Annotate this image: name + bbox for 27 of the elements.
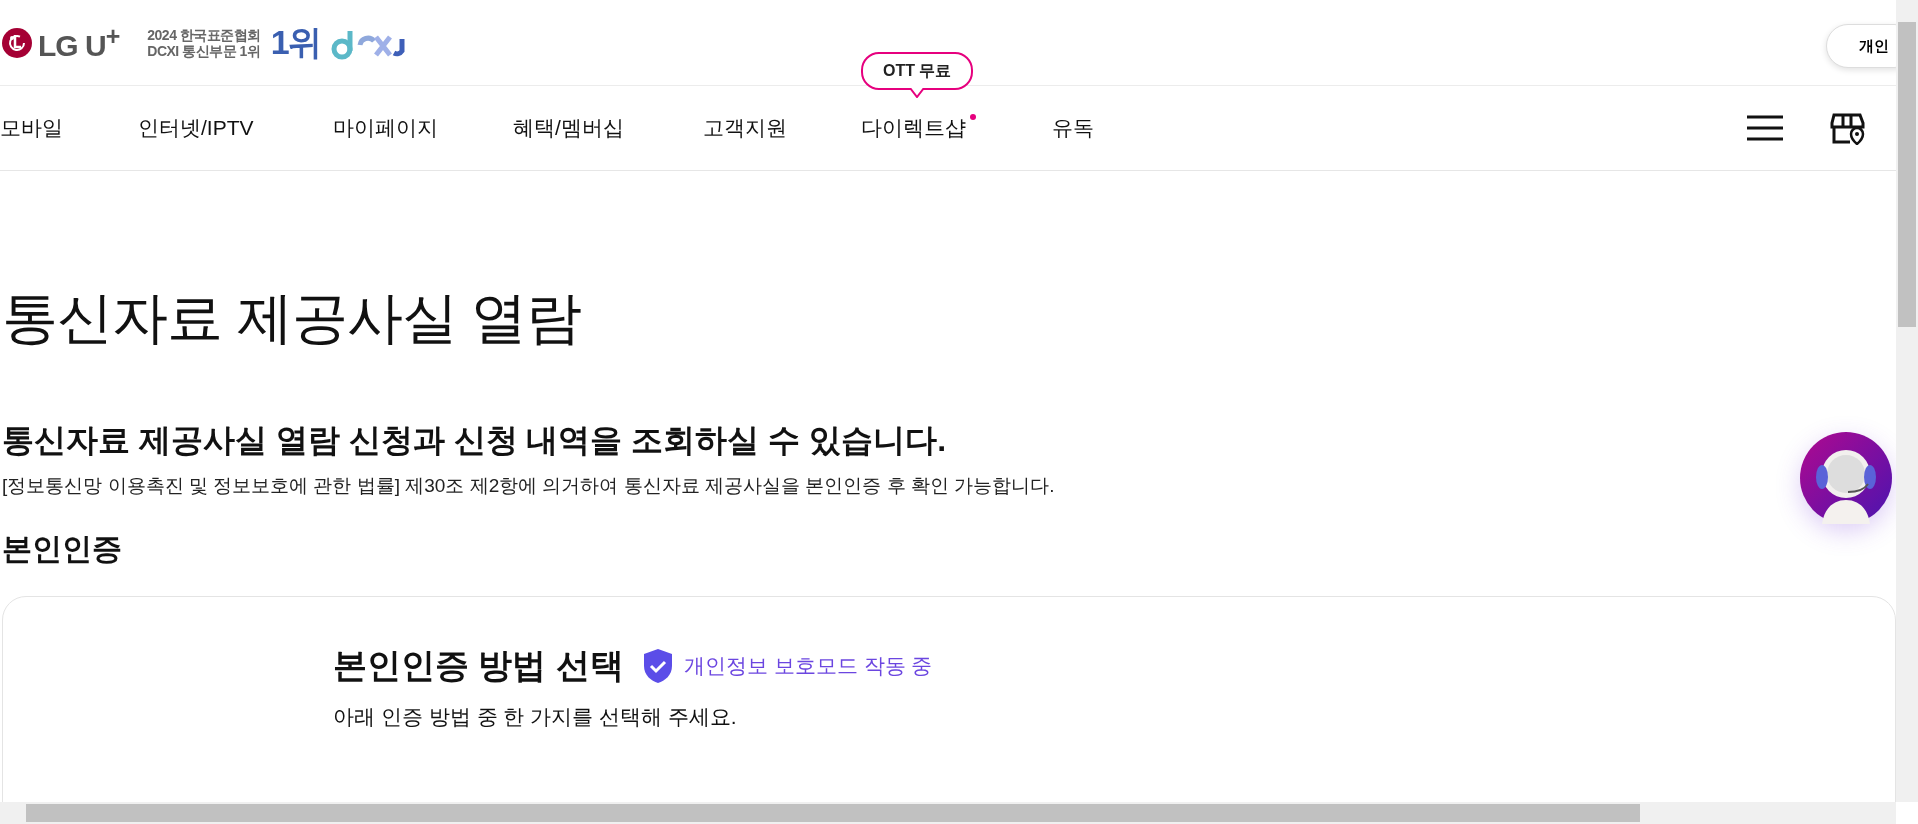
vertical-scrollbar[interactable] xyxy=(1896,0,1918,802)
section-heading: 본인인증 xyxy=(2,531,123,567)
nav-link[interactable]: 인터넷/IPTV xyxy=(138,114,254,142)
nav-link[interactable]: 다이렉트샵 xyxy=(861,114,976,142)
ott-badge: OTT 무료 xyxy=(861,52,974,90)
award-rank: 1위 xyxy=(270,21,320,63)
personal-button[interactable]: 개인 xyxy=(1826,24,1896,68)
privacy-mode-status: 개인정보 보호모드 작동 중 xyxy=(683,653,933,679)
nav-link[interactable]: 고객지원 xyxy=(703,114,787,142)
card-instruction: 아래 인증 방법 중 한 가지를 선택해 주세요. xyxy=(333,704,738,730)
nav-link[interactable]: 혜택/멤버십 xyxy=(513,114,624,142)
award-text: 2024 한국표준협회 DCXI 통신부문 1위 xyxy=(147,26,261,59)
page-subtitle: 통신자료 제공사실 열람 신청과 신청 내역을 조회하실 수 있습니다. xyxy=(2,421,947,460)
page-description: [정보통신망 이용촉진 및 정보보호에 관한 법률] 제30조 제2항에 의거하여 통신자료 제공사실을 본인인증 후 확인 가능합니다. xyxy=(2,474,1056,498)
logo-icon xyxy=(2,27,32,58)
horizontal-scrollbar[interactable] xyxy=(0,802,1896,824)
nav-link[interactable]: 모바일 xyxy=(0,114,63,142)
brand-name[interactable]: LG U$^{+}$ xyxy=(38,22,120,63)
badge-pointer-icon xyxy=(909,88,926,98)
nav-link[interactable]: 유독 xyxy=(1052,114,1094,142)
card-heading: 본인인증 방법 선택 xyxy=(333,645,624,686)
chatbot-button[interactable] xyxy=(1800,432,1892,524)
menu-icon[interactable] xyxy=(1746,115,1784,141)
store-location-icon[interactable] xyxy=(1830,111,1866,145)
shield-check-icon xyxy=(641,648,674,684)
page-title: 통신자료 제공사실 열람 xyxy=(2,285,583,351)
nav-link[interactable]: 마이페이지 xyxy=(333,114,438,142)
